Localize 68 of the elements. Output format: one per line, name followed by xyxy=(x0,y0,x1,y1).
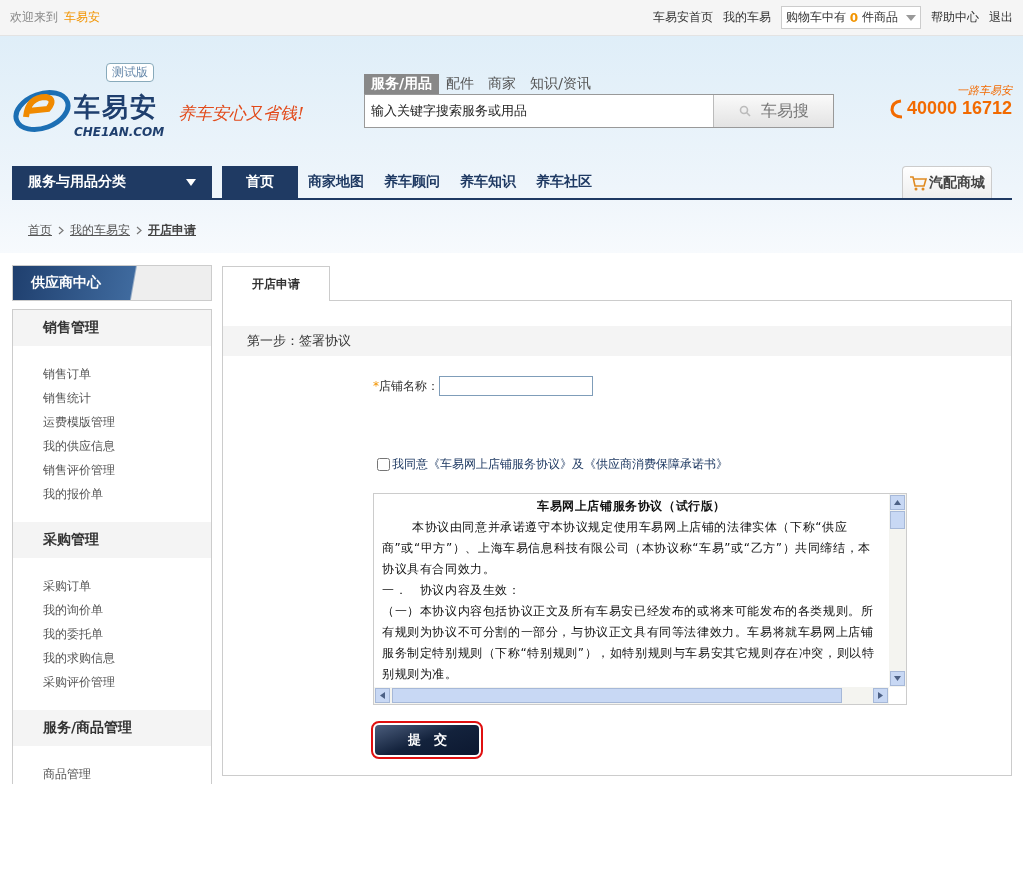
arrow-right-icon xyxy=(878,692,883,699)
horizontal-scrollbar[interactable] xyxy=(374,687,889,704)
scrollbar-thumb[interactable] xyxy=(890,511,905,529)
search-tab[interactable]: 商家 xyxy=(481,74,524,94)
agreement-paragraph: 一． 协议内容及生效： xyxy=(382,582,522,599)
sidebar-group-title: 销售管理 xyxy=(13,310,211,346)
category-menu[interactable]: 服务与用品分类 xyxy=(12,166,212,198)
arrow-down-icon xyxy=(894,676,901,681)
phone-caption: 一路车易安 xyxy=(957,83,1012,98)
sidebar-group-title: 服务/商品管理 xyxy=(13,710,211,746)
sidebar-item[interactable]: 采购评价管理 xyxy=(43,670,211,694)
slogan: 养车安心又省钱! xyxy=(178,102,305,125)
nav-item[interactable]: 养车知识 xyxy=(450,166,526,198)
sidebar-item[interactable]: 我的询价单 xyxy=(43,598,211,622)
sidebar-item[interactable]: 运费模版管理 xyxy=(43,410,211,434)
vertical-scrollbar[interactable] xyxy=(889,494,906,687)
chevron-right-icon xyxy=(136,226,142,235)
sidebar-title: 供应商中心 xyxy=(12,265,212,301)
top-link[interactable]: 退出 xyxy=(989,9,1013,26)
search-tab[interactable]: 配件 xyxy=(439,74,482,94)
logo-domain: CHE1AN.COM xyxy=(74,125,165,139)
top-link[interactable]: 帮助中心 xyxy=(931,9,979,26)
step-title: 第一步：签署协议 xyxy=(223,326,1011,356)
mall-button[interactable]: 汽配商城 xyxy=(902,166,992,198)
sidebar-item[interactable]: 我的供应信息 xyxy=(43,434,211,458)
nav-item[interactable]: 养车社区 xyxy=(526,166,602,198)
caret-icon xyxy=(186,178,196,186)
sidebar-item[interactable]: 我的委托单 xyxy=(43,622,211,646)
sidebar-item[interactable]: 我的报价单 xyxy=(43,482,211,506)
arrow-left-icon xyxy=(380,692,385,699)
scrollbar-thumb[interactable] xyxy=(392,688,842,703)
breadcrumb-link[interactable]: 我的车易安 xyxy=(70,222,130,239)
search-tab[interactable]: 知识/资讯 xyxy=(523,74,598,94)
agree-text: 我同意《车易网上店铺服务协议》及《供应商消费保障承诺书》 xyxy=(392,456,728,473)
nav-item[interactable]: 首页 xyxy=(222,166,298,198)
nav-item[interactable]: 商家地图 xyxy=(298,166,374,198)
logo-text: 车易安 xyxy=(74,91,159,124)
sidebar-item[interactable]: 销售评价管理 xyxy=(43,458,211,482)
agree-checkbox[interactable] xyxy=(377,458,390,471)
caret-icon xyxy=(906,14,916,21)
sidebar-item[interactable]: 商品管理 xyxy=(43,762,211,784)
top-link[interactable]: 车易安首页 xyxy=(652,9,713,26)
required-mark: * xyxy=(373,379,379,393)
chevron-right-icon xyxy=(58,226,64,235)
agreement-paragraph: 本协议由同意并承诺遵守本协议规定使用车易网上店铺的法律实体（下称“供应商”或“甲方”）、上海车易信息科技有限公司（本协议称“车易”或“乙方”）共同缔结，本协议具有合同效力。 xyxy=(382,519,872,578)
agreement-paragraph: （一）本协议内容包括协议正文及所有车易安已经发布的或将来可能发布的各类规则。所有规则为协议不可分割的一部分，与协议正文具有同等法律效力。车易将就车易网上店铺服务制定特别规则（下称“特别规则”），如特别规则与车易安其它规则存在冲突，则以特别规则为准。 xyxy=(382,603,876,683)
welcome-text: 欢迎来到 xyxy=(10,9,58,26)
sidebar-item[interactable]: 我的求购信息 xyxy=(43,646,211,670)
sidebar-item[interactable]: 销售统计 xyxy=(43,386,211,410)
beta-badge: 测试版 xyxy=(106,63,154,82)
content-tab[interactable]: 开店申请 xyxy=(222,266,330,301)
search-tab[interactable]: 服务/用品 xyxy=(364,74,440,94)
breadcrumb-link[interactable]: 开店申请 xyxy=(148,222,196,239)
field-label: 店铺名称： xyxy=(379,377,439,395)
agreement-title: 车易网上店铺服务协议（试行版） xyxy=(536,498,727,515)
phone-icon xyxy=(888,98,905,119)
cart-dropdown[interactable]: 购物车中有 0 件商品 xyxy=(780,6,921,29)
sidebar-item[interactable]: 销售订单 xyxy=(43,362,211,386)
top-link[interactable]: 我的车易 xyxy=(722,9,771,26)
arrow-up-icon xyxy=(894,500,901,505)
agreement-textbox[interactable] xyxy=(373,493,907,705)
phone-number: 40000 16712 xyxy=(906,98,1012,119)
store-name-input[interactable] xyxy=(439,376,593,396)
sidebar-item[interactable]: 采购订单 xyxy=(43,574,211,598)
breadcrumb-link[interactable]: 首页 xyxy=(28,222,52,239)
cart-icon xyxy=(909,174,927,191)
nav-item[interactable]: 养车顾问 xyxy=(374,166,450,198)
sidebar-group-title: 采购管理 xyxy=(13,522,211,558)
